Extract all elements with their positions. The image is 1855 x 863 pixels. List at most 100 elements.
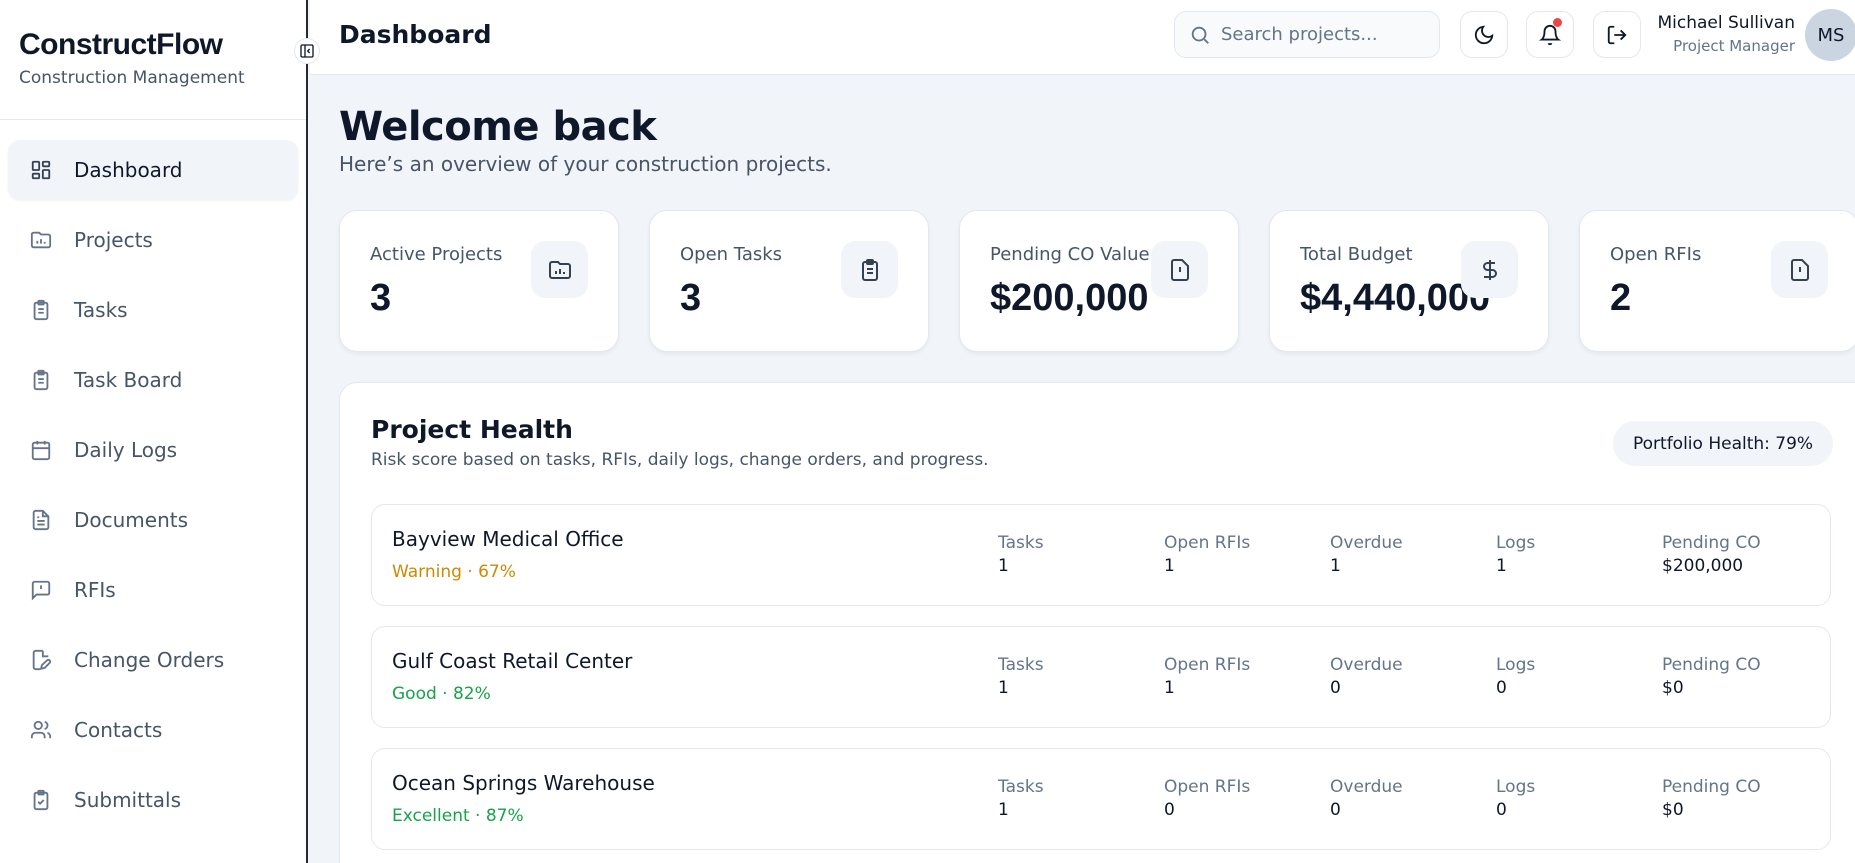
sidebar-item-tasks[interactable]: Tasks [8, 280, 298, 340]
project-row[interactable]: Bayview Medical Office Warning · 67% Tas… [371, 504, 1831, 606]
panel-collapse-icon [300, 44, 314, 58]
metric-open-rfis: Open RFIs 1 [1164, 655, 1250, 698]
metric-pending-co: Pending CO $0 [1662, 655, 1761, 698]
metric-label: Pending CO [1662, 655, 1761, 675]
calendar-icon [28, 437, 54, 463]
section-subtitle: Risk score based on tasks, RFIs, daily l… [371, 450, 989, 470]
metric-value: 1 [1496, 556, 1507, 576]
sidebar-item-label: Documents [74, 508, 189, 532]
section-title: Project Health [371, 415, 573, 444]
brand-title: ConstructFlow [19, 28, 223, 61]
search-icon [1191, 26, 1209, 44]
sidebar-item-daily-logs[interactable]: Daily Logs [8, 420, 298, 480]
sidebar-item-submittals[interactable]: Submittals [8, 770, 298, 830]
project-status: Excellent · 87% [392, 806, 524, 826]
metric-value: 1 [1164, 556, 1175, 576]
metric-value: 1 [998, 800, 1009, 820]
metric-value: $0 [1662, 800, 1684, 820]
project-row[interactable]: Ocean Springs Warehouse Excellent · 87% … [371, 748, 1831, 850]
metric-value: 0 [1164, 800, 1175, 820]
top-header: Dashboard Michael Sullivan Project Manag… [310, 0, 1855, 75]
folder-chart-icon [531, 241, 588, 298]
sidebar-item-label: Task Board [74, 368, 183, 392]
metric-tasks: Tasks 1 [998, 533, 1044, 576]
file-edit-icon [28, 647, 54, 673]
folder-chart-icon [28, 227, 54, 253]
project-name: Bayview Medical Office [392, 527, 624, 551]
metric-logs: Logs 0 [1496, 655, 1535, 698]
sidebar-item-label: Submittals [74, 788, 182, 812]
project-row[interactable]: Gulf Coast Retail Center Good · 82% Task… [371, 626, 1831, 728]
metric-value: 1 [998, 556, 1009, 576]
metric-value: $200,000 [1662, 556, 1744, 576]
clipboard-list-icon [841, 241, 898, 298]
dashboard-icon [28, 157, 54, 183]
metric-label: Overdue [1330, 777, 1403, 797]
clipboard-list-icon [28, 297, 54, 323]
metric-value: $0 [1662, 678, 1684, 698]
sidebar-item-contacts[interactable]: Contacts [8, 700, 298, 760]
sidebar-collapse-button[interactable] [294, 38, 320, 64]
page-title: Dashboard [339, 20, 492, 49]
stat-label: Pending CO Value [990, 244, 1150, 265]
stat-value: 3 [680, 277, 702, 319]
stat-label: Active Projects [370, 244, 503, 265]
project-status: Good · 82% [392, 684, 491, 704]
welcome-subtitle: Here’s an overview of your construction … [339, 152, 832, 176]
sidebar-nav: Dashboard Projects Tasks Task Board Dail… [0, 120, 306, 830]
metric-label: Tasks [998, 533, 1044, 553]
stat-label: Total Budget [1300, 244, 1413, 265]
metric-overdue: Overdue 0 [1330, 655, 1403, 698]
sidebar-item-label: Dashboard [74, 158, 183, 182]
metric-value: 0 [1330, 678, 1341, 698]
metric-label: Overdue [1330, 533, 1403, 553]
notification-dot [1553, 18, 1562, 27]
welcome-heading: Welcome back [339, 104, 657, 150]
metric-pending-co: Pending CO $200,000 [1662, 533, 1761, 576]
search-input[interactable] [1221, 24, 1421, 45]
sidebar-item-documents[interactable]: Documents [8, 490, 298, 550]
metric-label: Open RFIs [1164, 777, 1251, 797]
notifications-button[interactable] [1526, 11, 1574, 58]
sidebar-item-label: RFIs [74, 578, 116, 602]
user-info[interactable]: Michael Sullivan Project Manager [1657, 13, 1795, 55]
metric-value: 0 [1496, 800, 1507, 820]
sidebar: ConstructFlow Construction Management Da… [0, 0, 308, 863]
metric-pending-co: Pending CO $0 [1662, 777, 1761, 820]
search-box[interactable] [1174, 11, 1440, 58]
metric-open-rfis: Open RFIs 1 [1164, 533, 1250, 576]
portfolio-health-badge: Portfolio Health: 79% [1613, 421, 1834, 466]
avatar[interactable]: MS [1805, 9, 1855, 61]
file-alert-icon [1771, 241, 1828, 298]
project-name: Gulf Coast Retail Center [392, 649, 633, 673]
message-alert-icon [28, 577, 54, 603]
theme-toggle-button[interactable] [1460, 11, 1508, 58]
moon-icon [1474, 25, 1494, 44]
stat-card-total-budget: Total Budget $4,440,000 [1269, 210, 1549, 352]
metric-label: Logs [1496, 777, 1536, 797]
sidebar-item-projects[interactable]: Projects [8, 210, 298, 270]
metric-overdue: Overdue 1 [1330, 533, 1403, 576]
brand: ConstructFlow Construction Management [0, 0, 306, 120]
file-alert-icon [1151, 241, 1208, 298]
sidebar-item-label: Contacts [74, 718, 163, 742]
metric-label: Logs [1496, 533, 1536, 553]
stat-value: 2 [1610, 277, 1632, 319]
metric-value: 0 [1496, 678, 1507, 698]
metric-label: Pending CO [1662, 533, 1761, 553]
sidebar-item-task-board[interactable]: Task Board [8, 350, 298, 410]
sidebar-item-label: Tasks [74, 298, 128, 322]
metric-label: Tasks [998, 655, 1044, 675]
metric-label: Open RFIs [1164, 655, 1251, 675]
metric-label: Open RFIs [1164, 533, 1251, 553]
stat-card-open-tasks: Open Tasks 3 [649, 210, 929, 352]
clipboard-check-icon [28, 787, 54, 813]
metric-value: 1 [1330, 556, 1341, 576]
sidebar-item-change-orders[interactable]: Change Orders [8, 630, 298, 690]
stat-label: Open RFIs [1610, 244, 1702, 265]
metric-logs: Logs 0 [1496, 777, 1535, 820]
logout-button[interactable] [1593, 11, 1641, 58]
sidebar-item-dashboard[interactable]: Dashboard [8, 140, 298, 200]
sidebar-item-rfis[interactable]: RFIs [8, 560, 298, 620]
stat-card-open-rfis: Open RFIs 2 [1579, 210, 1855, 352]
